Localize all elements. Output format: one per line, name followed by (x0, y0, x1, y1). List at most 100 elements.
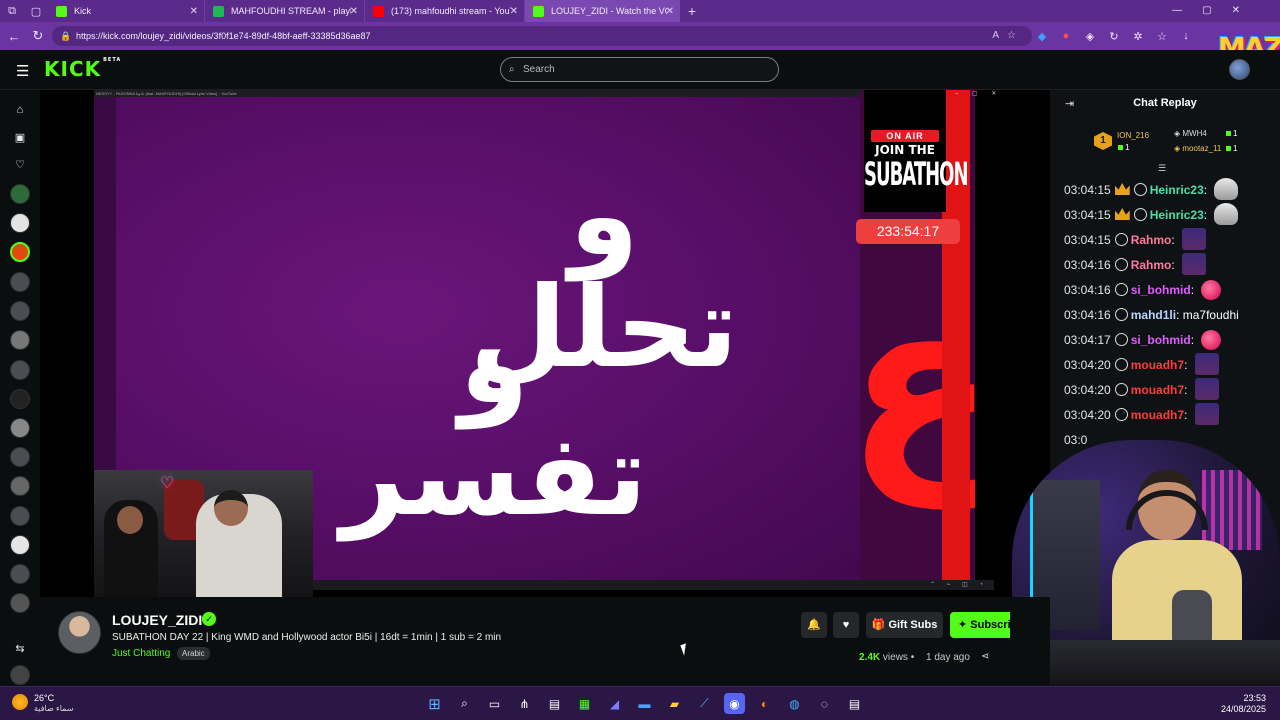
followed-channel-avatar[interactable] (10, 360, 30, 380)
chat-separator: : (1184, 383, 1191, 397)
leader-second-name[interactable]: ◈ MWH4 (1174, 129, 1207, 138)
address-bar[interactable]: 🔒 https://kick.com/loujey_zidi/videos/3f… (52, 26, 1032, 46)
app-icon[interactable]: ⋔ (514, 693, 535, 714)
extension-icon[interactable]: ◆ (1036, 30, 1048, 43)
followed-channel-avatar[interactable] (10, 330, 30, 350)
following-icon[interactable]: ♡ (10, 154, 30, 174)
lock-icon: 🔒 (60, 31, 72, 41)
browse-icon[interactable]: ▣ (10, 127, 30, 147)
chat-username[interactable]: Heinric23 (1150, 208, 1204, 222)
browser-tab[interactable]: MAHFOUDHI STREAM - playlist b✕ (204, 0, 364, 22)
new-tab-button[interactable]: + (680, 0, 704, 22)
share-icon[interactable]: ⋖ (981, 651, 989, 662)
followed-channel-avatar[interactable] (10, 447, 30, 467)
followed-channel-avatar[interactable] (10, 184, 30, 204)
app-icon[interactable]: ▬ (634, 693, 655, 714)
minimize-button[interactable]: — (1172, 0, 1182, 22)
extension-icon[interactable]: ↻ (1108, 30, 1120, 43)
close-tab-icon[interactable]: ✕ (350, 6, 358, 17)
address-bar-icons[interactable]: A☆ (992, 26, 1024, 46)
chat-username[interactable]: mahd1li (1131, 308, 1176, 322)
extension-icon[interactable]: ● (1060, 30, 1072, 42)
kick-logo[interactable]: KICK BETA (44, 57, 121, 81)
followed-channel-avatar[interactable] (10, 301, 30, 321)
close-tab-icon[interactable]: ✕ (190, 6, 198, 17)
maximize-button[interactable]: ▢ (1202, 0, 1211, 22)
start-icon[interactable]: ⊞ (424, 693, 445, 714)
chat-username[interactable]: Rahmo (1131, 233, 1172, 247)
notification-bell-button[interactable]: 🔔 (801, 612, 827, 638)
close-window-button[interactable]: ✕ (1232, 0, 1240, 22)
home-icon[interactable]: ⌂ (10, 100, 30, 120)
favorites-icon[interactable]: ☆ (1156, 30, 1168, 43)
channel-avatar[interactable] (58, 611, 101, 654)
task-view-icon[interactable]: ▭ (484, 693, 505, 714)
followed-channel-avatar[interactable] (10, 593, 30, 613)
weather-widget[interactable]: 26°C سماء صافية (12, 692, 102, 716)
leaderboard-expand-icon[interactable]: ☰ (1158, 163, 1166, 174)
chat-username[interactable]: mouadh7 (1131, 383, 1184, 397)
followed-channel-avatar[interactable] (10, 418, 30, 438)
chat-username[interactable]: si_bohmid (1131, 283, 1191, 297)
menu-icon[interactable]: ☰ (16, 62, 29, 80)
followed-channel-avatar[interactable] (10, 535, 30, 555)
followed-channel-avatar[interactable] (10, 389, 30, 409)
subathon-text: SUBATHON (864, 156, 969, 194)
leader-first-name[interactable]: ION_216 (1117, 131, 1149, 140)
chat-username[interactable]: mouadh7 (1131, 358, 1184, 372)
back-button[interactable]: ← (2, 29, 26, 44)
lyric-line-bottom: و تفسر (340, 299, 648, 541)
chat-message-list: 03:04:15 Heinric23: 03:04:15 Heinric23: 03… (1050, 178, 1280, 453)
extension-icon[interactable]: ◈ (1084, 30, 1096, 43)
inner-taskbar-icons: ⌃ ⌁ ◫ ◔ (930, 582, 988, 588)
followed-channel-avatar[interactable] (10, 213, 30, 233)
chat-username[interactable]: Heinric23 (1150, 183, 1204, 197)
followed-channel-avatar[interactable] (10, 242, 30, 262)
channel-name[interactable]: LOUJEY_ZIDI (112, 612, 202, 628)
chat-username[interactable]: si_bohmid (1131, 333, 1191, 347)
language-tag[interactable]: Arabic (177, 647, 210, 660)
extension-icons: ◆ ● ◈ ↻ ✲ ☆ ↓ (1036, 22, 1192, 50)
browser-tab[interactable]: Kick ✕ (48, 0, 204, 22)
app-icon[interactable]: ◐ (754, 693, 775, 714)
guest-person-left (104, 500, 158, 597)
subscribe-button[interactable]: ✦ Subscribe (950, 612, 1010, 638)
app-icon[interactable]: ◌ (814, 693, 835, 714)
discord-icon[interactable]: ◉ (724, 693, 745, 714)
search-icon[interactable]: ⌕ (454, 693, 475, 714)
app-icon[interactable]: ▤ (844, 693, 865, 714)
workspaces-icon[interactable]: ⧉ (0, 0, 24, 22)
follow-heart-button[interactable]: ♥ (833, 612, 859, 638)
gift-subs-button[interactable]: 🎁 Gift Subs (866, 612, 943, 638)
chat-message: 03:04:16 mahd1li: ma7foudhi (1050, 303, 1280, 328)
system-clock[interactable]: 23:53 24/08/2025 (1221, 693, 1266, 715)
browser-tab[interactable]: (173) mahfoudhi stream - YouTub✕ (364, 0, 524, 22)
puzzle-icon[interactable]: ✲ (1132, 30, 1144, 43)
app-icon[interactable]: ▤ (544, 693, 565, 714)
app-icon[interactable]: ▦ (574, 693, 595, 714)
expand-sidebar-icon[interactable]: ⇆ (10, 638, 30, 658)
chat-username[interactable]: mouadh7 (1131, 408, 1184, 422)
refresh-button[interactable]: ↻ (26, 28, 50, 44)
chat-timestamp: 03:04:16 (1064, 308, 1111, 322)
category-link[interactable]: Just Chatting (112, 648, 170, 659)
file-explorer-icon[interactable]: ▰ (664, 693, 685, 714)
edge-icon[interactable]: ◍ (784, 693, 805, 714)
app-icon[interactable]: ◢ (604, 693, 625, 714)
subscriber-badge-icon (1133, 208, 1147, 221)
search-input[interactable]: ⌕ Search (500, 57, 779, 82)
followed-channel-avatar[interactable] (10, 506, 30, 526)
tab-actions-icon[interactable]: ▢ (24, 0, 48, 22)
followed-channel-avatar[interactable] (10, 564, 30, 584)
app-icon[interactable]: ⟋ (694, 693, 715, 714)
close-tab-icon[interactable]: ✕ (510, 6, 518, 17)
followed-channel-avatar[interactable] (10, 272, 30, 292)
followed-channel-avatar[interactable] (10, 665, 30, 685)
user-avatar[interactable] (1229, 59, 1250, 80)
followed-channel-avatar[interactable] (10, 476, 30, 496)
download-icon[interactable]: ↓ (1180, 30, 1192, 42)
leader-third-name[interactable]: ◈ mootaz_11 (1174, 144, 1221, 153)
chat-username[interactable]: Rahmo (1131, 258, 1172, 272)
close-tab-icon[interactable]: ✕ (666, 6, 674, 17)
browser-tab[interactable]: LOUJEY_ZIDI - Watch the VO ✕ (524, 0, 680, 22)
